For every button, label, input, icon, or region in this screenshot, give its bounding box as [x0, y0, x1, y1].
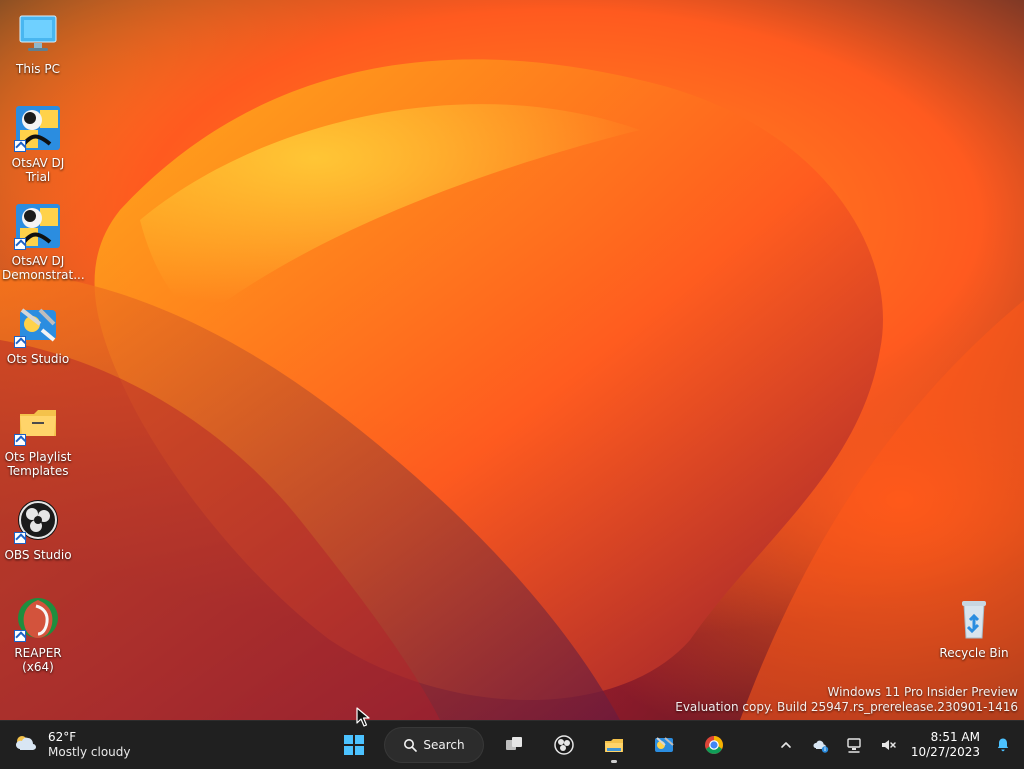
task-view-button[interactable]: [494, 725, 534, 765]
weather-temp: 62°F: [48, 730, 77, 744]
desktop-icon-label: Ots Studio: [6, 352, 70, 366]
wallpaper-art: [0, 59, 1024, 720]
otsav-icon: [14, 104, 62, 152]
desktop-icon-reaper[interactable]: REAPER (x64): [0, 594, 76, 674]
desktop-icon-label: Ots Playlist Templates: [4, 450, 72, 478]
desktop-wallpaper: [0, 0, 1024, 720]
monitor-icon: [14, 10, 62, 58]
folder-icon: [14, 398, 62, 446]
taskbar-app-file-explorer[interactable]: [594, 725, 634, 765]
chevron-up-icon: [781, 742, 791, 748]
taskbar-search[interactable]: Search: [384, 727, 484, 763]
desktop-icon-label: This PC: [16, 62, 60, 76]
cloud-sync-icon-button[interactable]: [809, 734, 831, 756]
taskbar-app-ots-studio[interactable]: [644, 725, 684, 765]
weather-desc: Mostly cloudy: [48, 745, 131, 759]
taskbar: 62°F Mostly cloudy Search 8:51 AM 10/27/…: [0, 720, 1024, 769]
volume-button[interactable]: [877, 734, 899, 756]
desktop-icon-label: OtsAV DJ Trial: [11, 156, 65, 184]
search-icon: [404, 739, 418, 752]
notifications-button[interactable]: [992, 734, 1014, 756]
obs-icon: [14, 496, 62, 544]
desktop-icon-label: OtsAV DJ Demonstrat...: [2, 254, 85, 282]
chrome-icon: [705, 736, 723, 754]
cloud-sun-icon: [12, 729, 40, 761]
folder-icon: [605, 739, 623, 752]
ots-studio-icon: [655, 737, 674, 752]
network-icon: [847, 738, 861, 753]
desktop-icon-this-pc[interactable]: This PC: [0, 10, 76, 76]
recycle-bin-icon: [950, 594, 998, 642]
reaper-icon: [14, 594, 62, 642]
weather-text: 62°F Mostly cloudy: [48, 730, 131, 760]
ots-studio-icon: [14, 300, 62, 348]
obs-icon: [554, 735, 574, 755]
shortcut-arrow-icon: [14, 630, 26, 642]
taskbar-app-obs[interactable]: [544, 725, 584, 765]
taskbar-app-chrome[interactable]: [694, 725, 734, 765]
system-tray: 8:51 AM 10/27/2023: [775, 727, 1014, 763]
desktop-icon-otsav-dj-trial[interactable]: OtsAV DJ Trial: [0, 104, 76, 184]
cloud-info-icon: [813, 740, 829, 753]
mouse-cursor-icon: [356, 707, 370, 727]
shortcut-arrow-icon: [14, 336, 26, 348]
clock-date: 10/27/2023: [910, 745, 980, 759]
bell-icon: [997, 738, 1009, 752]
weather-widget[interactable]: 62°F Mostly cloudy: [12, 727, 131, 763]
clock-time: 8:51 AM: [930, 730, 980, 744]
shortcut-arrow-icon: [14, 140, 26, 152]
search-label: Search: [423, 738, 465, 752]
taskbar-center: Search: [334, 725, 734, 765]
watermark-line-2: Evaluation copy. Build 25947.rs_prerelea…: [675, 700, 1018, 714]
desktop-icon-otsav-dj-demonstration[interactable]: OtsAV DJ Demonstrat...: [0, 202, 85, 282]
desktop-icon-ots-playlist-templates[interactable]: Ots Playlist Templates: [0, 398, 76, 478]
show-hidden-icons-button[interactable]: [775, 734, 797, 756]
shortcut-arrow-icon: [14, 434, 26, 446]
watermark-line-1: Windows 11 Pro Insider Preview: [827, 685, 1018, 699]
desktop-icon-recycle-bin[interactable]: Recycle Bin: [936, 594, 1012, 660]
shortcut-arrow-icon: [14, 532, 26, 544]
volume-muted-icon: [881, 740, 896, 750]
task-view-icon: [506, 737, 522, 750]
network-button[interactable]: [843, 734, 865, 756]
desktop-icon-label: Recycle Bin: [939, 646, 1009, 660]
desktop-icon-label: REAPER (x64): [14, 646, 62, 674]
desktop-icon-label: OBS Studio: [4, 548, 72, 562]
taskbar-clock[interactable]: 8:51 AM 10/27/2023: [911, 730, 980, 760]
windows-logo-icon: [344, 735, 364, 755]
start-button[interactable]: [334, 725, 374, 765]
desktop-icon-obs-studio[interactable]: OBS Studio: [0, 496, 76, 562]
otsav-icon: [14, 202, 62, 250]
desktop-icon-ots-studio[interactable]: Ots Studio: [0, 300, 76, 366]
shortcut-arrow-icon: [14, 238, 26, 250]
windows-evaluation-watermark: Windows 11 Pro Insider Preview Evaluatio…: [675, 685, 1018, 715]
